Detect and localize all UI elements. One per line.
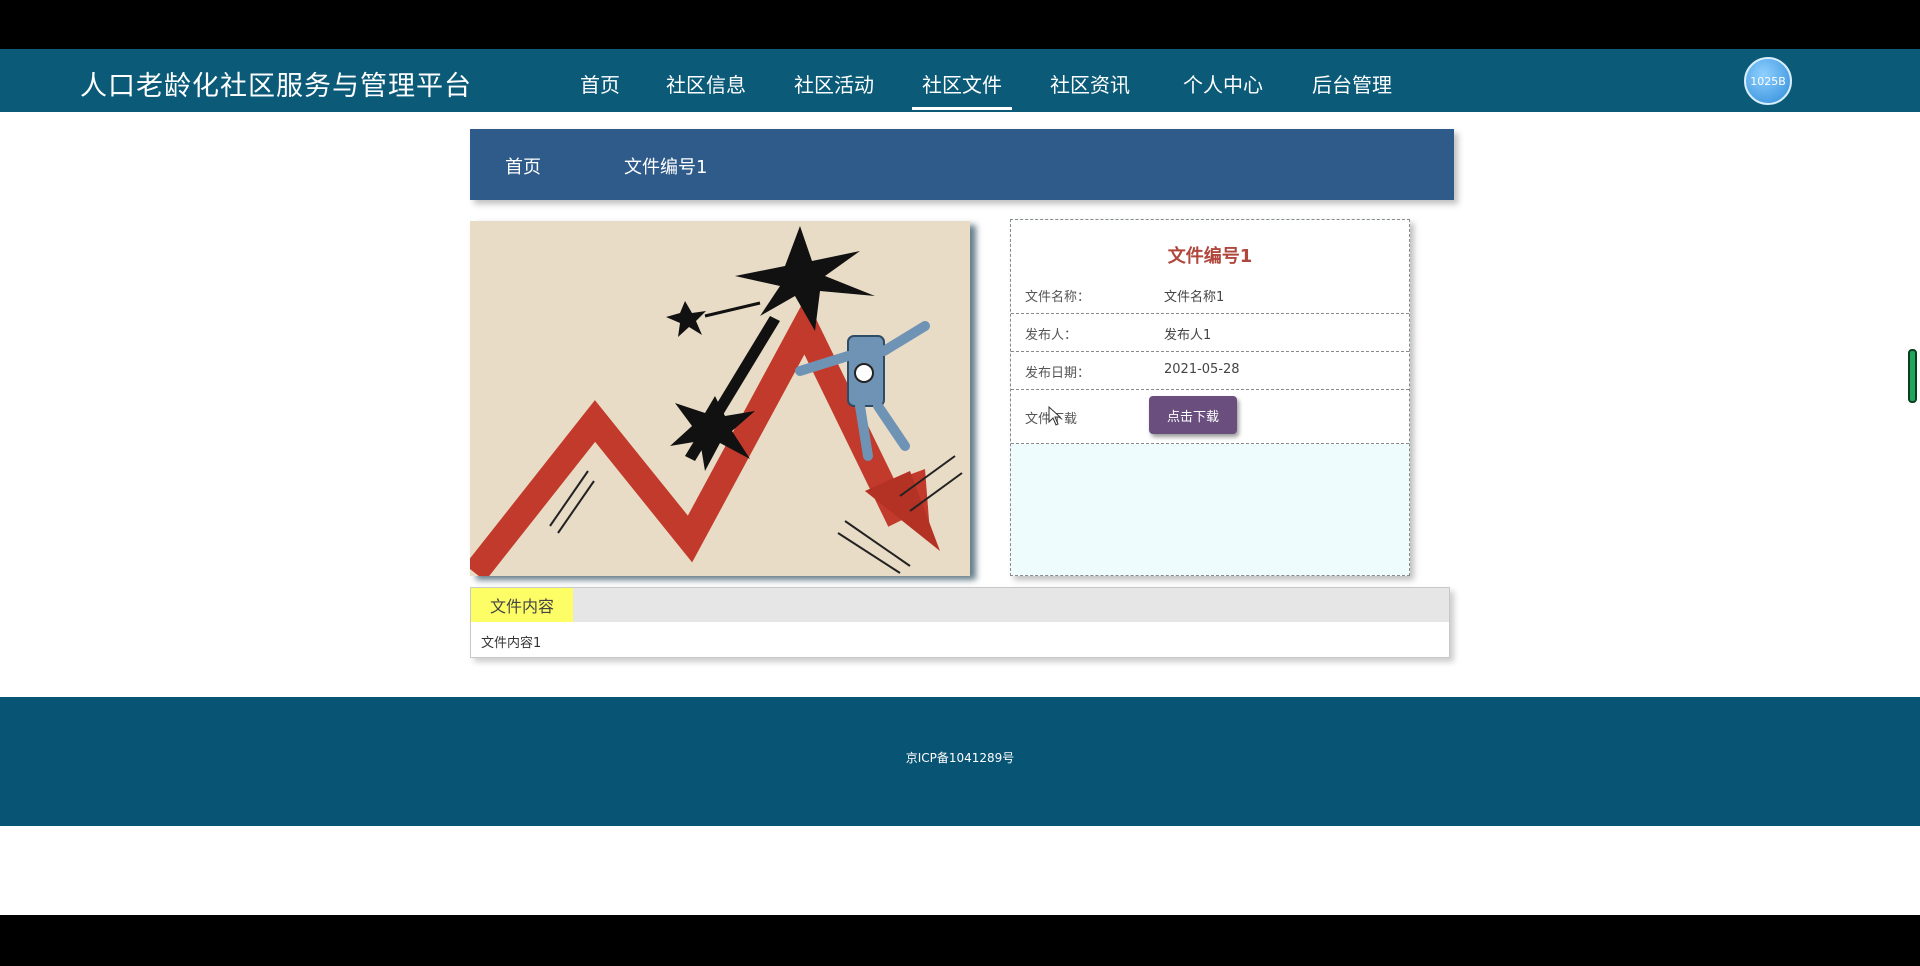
- icp-record: 京ICP备1041289号: [905, 751, 1015, 765]
- breadcrumb-current[interactable]: 文件编号1: [624, 153, 707, 179]
- browser-viewport: 人口老龄化社区服务与管理平台 首页 社区信息 社区活动 社区文件 社区资讯 个人…: [0, 49, 1920, 915]
- download-button[interactable]: 点击下载: [1149, 396, 1237, 434]
- falling-chart-illustration: [470, 221, 970, 576]
- file-content-text: 文件内容1: [481, 636, 542, 651]
- side-scroll-handle[interactable]: [1908, 349, 1917, 403]
- file-cover-image: [470, 221, 970, 576]
- nav-item-home[interactable]: 首页: [580, 69, 620, 98]
- info-label: 发布日期：: [1025, 366, 1091, 381]
- info-label: 发布人：: [1025, 328, 1078, 343]
- avatar-text: 1025B: [1750, 74, 1786, 88]
- footer: 京ICP备1041289号: [0, 697, 1920, 826]
- info-label: 文件名称：: [1025, 290, 1091, 305]
- info-value: 文件名称1: [1164, 290, 1225, 305]
- nav-item-admin[interactable]: 后台管理: [1312, 69, 1392, 98]
- file-content-panel: 文件内容 文件内容1: [470, 587, 1450, 658]
- breadcrumb-home[interactable]: 首页: [505, 153, 541, 179]
- nav-item-community-info[interactable]: 社区信息: [666, 69, 746, 98]
- user-avatar[interactable]: 1025B: [1744, 57, 1792, 105]
- mouse-cursor-icon: [1048, 406, 1062, 426]
- site-title[interactable]: 人口老龄化社区服务与管理平台: [80, 64, 472, 103]
- info-row-file-name: 文件名称： 文件名称1: [1011, 276, 1409, 314]
- file-info-card: 文件编号1 文件名称： 文件名称1 发布人： 发布人1 发布日期： 2021-0…: [1010, 219, 1410, 576]
- nav-item-community-news[interactable]: 社区资讯: [1050, 69, 1130, 98]
- nav-item-community-activities[interactable]: 社区活动: [794, 69, 874, 98]
- nav-item-personal-center[interactable]: 个人中心: [1183, 69, 1263, 98]
- info-value: 发布人1: [1164, 328, 1212, 343]
- tab-file-content[interactable]: 文件内容: [471, 588, 573, 622]
- content-tab-bar: 文件内容: [471, 588, 1449, 622]
- info-value: 2021-05-28: [1164, 362, 1240, 377]
- breadcrumb: 首页 文件编号1: [470, 129, 1454, 200]
- nav-item-community-files[interactable]: 社区文件: [912, 69, 1012, 110]
- top-navigation-bar: 人口老龄化社区服务与管理平台 首页 社区信息 社区活动 社区文件 社区资讯 个人…: [0, 49, 1920, 112]
- info-row-publish-date: 发布日期： 2021-05-28: [1011, 352, 1409, 390]
- info-row-download: 文件下载 点击下载: [1011, 390, 1409, 444]
- file-title: 文件编号1: [1167, 246, 1253, 267]
- info-row-publisher: 发布人： 发布人1: [1011, 314, 1409, 352]
